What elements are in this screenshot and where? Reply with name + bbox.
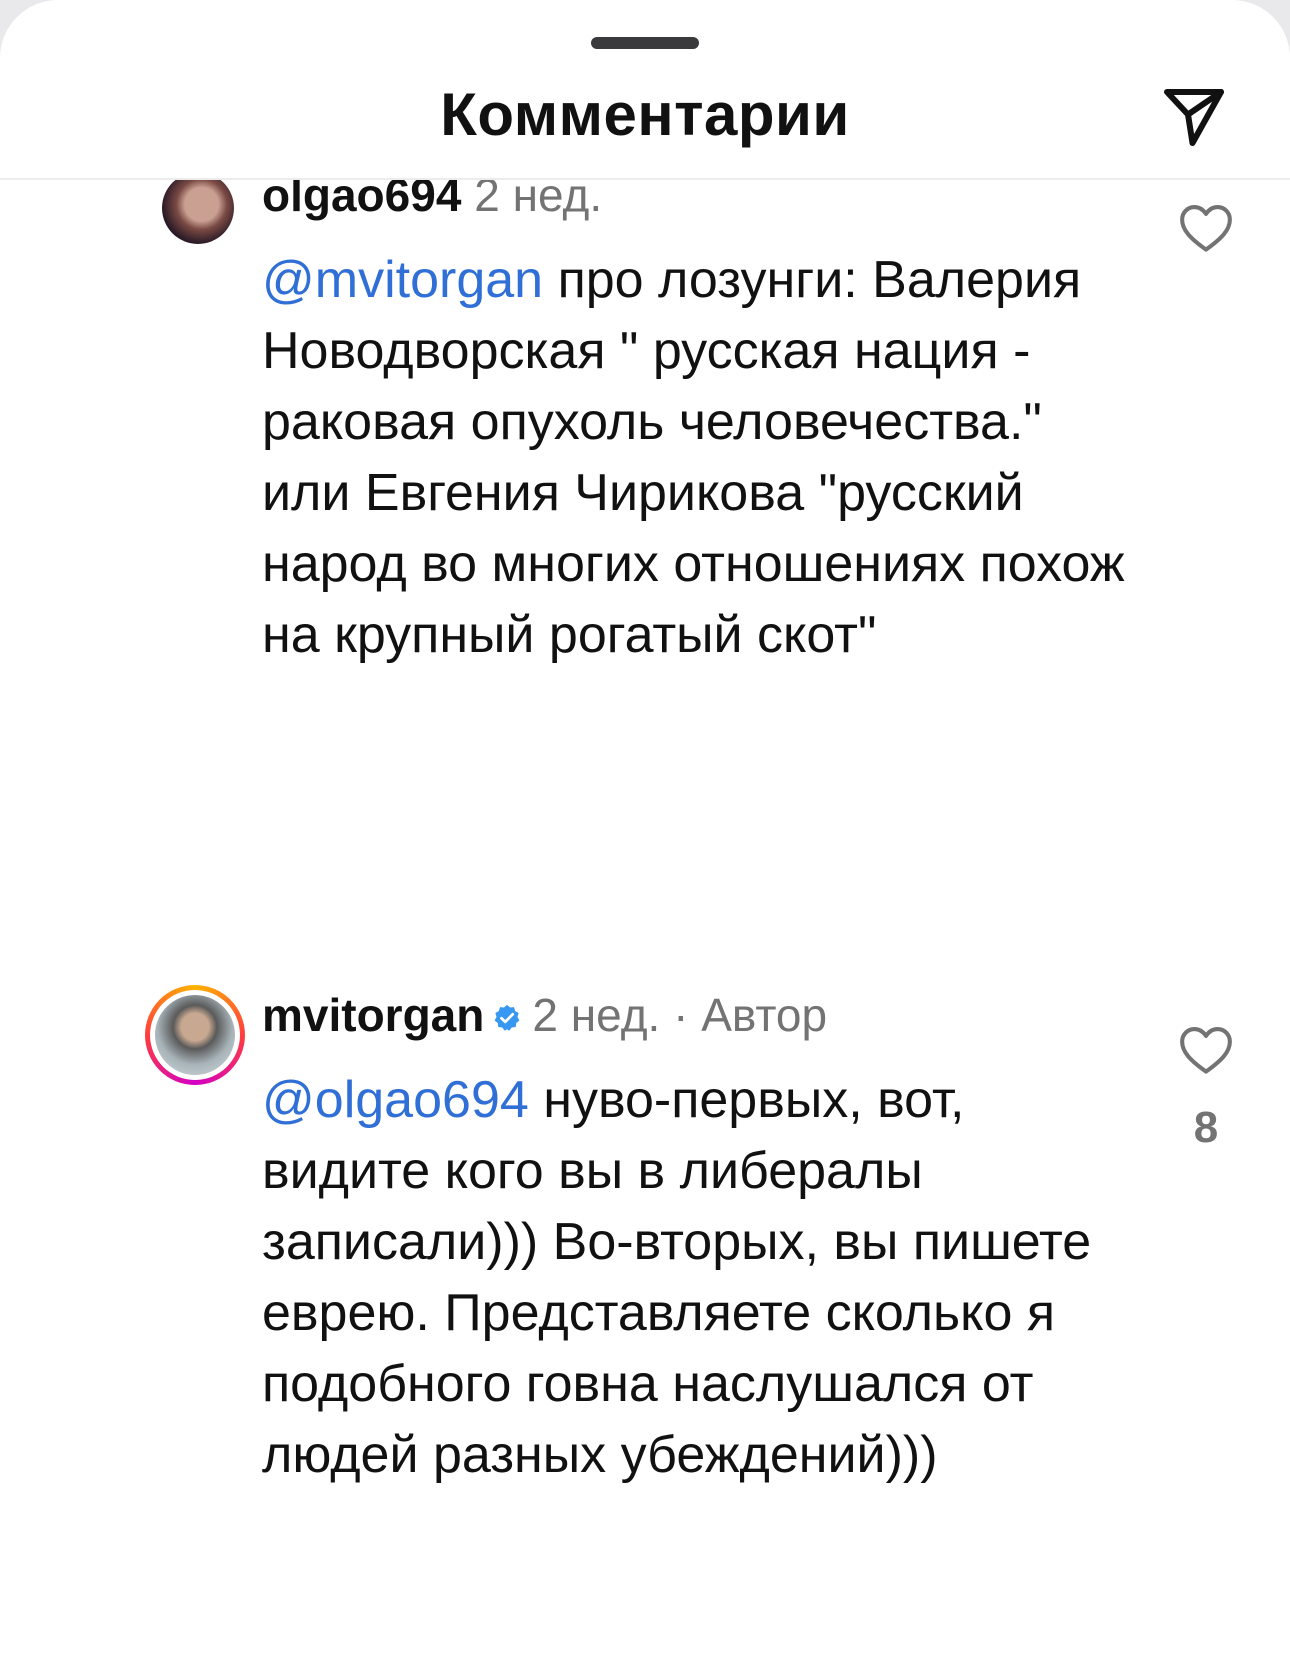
comment-body: про лозунги: Валерия Новодворская " русс…	[262, 251, 1125, 664]
avatar-image	[155, 995, 235, 1075]
sheet-grabber[interactable]	[591, 37, 699, 49]
mention-link[interactable]: @mvitorgan	[262, 251, 543, 309]
verified-badge-icon	[495, 1004, 520, 1031]
heart-outline-icon[interactable]	[1178, 1025, 1234, 1075]
heart-outline-icon[interactable]	[1178, 203, 1234, 253]
like-count: 8	[1193, 1103, 1219, 1152]
avatar[interactable]	[145, 985, 245, 1085]
comment-text: @olgao694 нуво-первых, вот, видите кого …	[262, 1065, 1142, 1491]
comments-sheet: olgao694 2 нед. @mvitorgan про лозунги: …	[0, 0, 1290, 1663]
comment-meta: mvitorgan 2 нед. · Автор	[262, 988, 827, 1042]
comment-username[interactable]: mvitorgan	[262, 989, 484, 1041]
mention-link[interactable]: @olgao694	[262, 1071, 529, 1129]
avatar[interactable]	[162, 172, 234, 244]
comment-body: нуво-первых, вот, видите кого вы в либер…	[262, 1071, 1092, 1484]
sheet-header: Комментарии	[0, 60, 1290, 180]
comments-list: olgao694 2 нед. @mvitorgan про лозунги: …	[0, 0, 1290, 1663]
comment-text: @mvitorgan про лозунги: Валерия Новодвор…	[262, 245, 1142, 671]
page-title: Комментарии	[440, 81, 850, 148]
avatar-ring	[150, 990, 240, 1080]
paper-plane-icon[interactable]	[1158, 80, 1230, 152]
comment-time: 2 нед. · Автор	[532, 989, 828, 1041]
